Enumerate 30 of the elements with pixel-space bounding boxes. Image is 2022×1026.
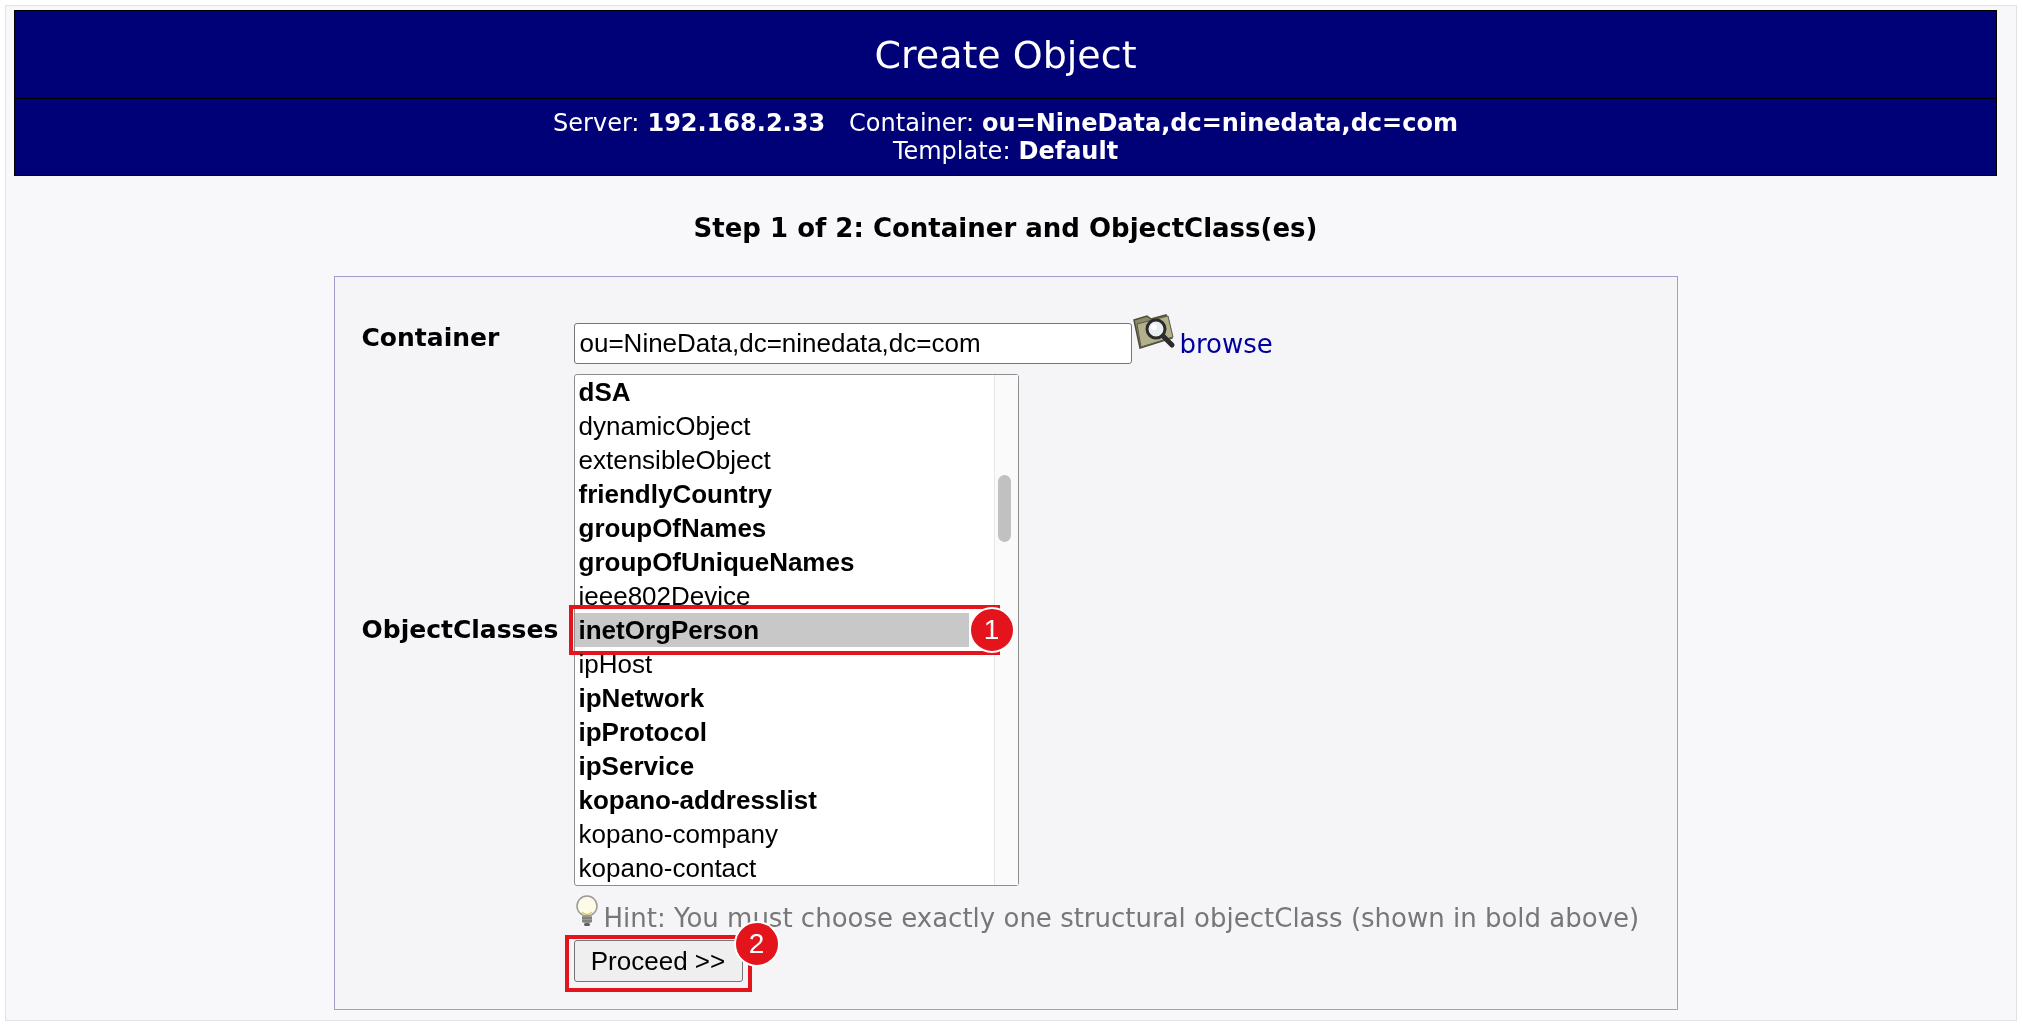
info-label: Template: xyxy=(892,137,1011,165)
objectclass-option[interactable]: kopano-contact xyxy=(574,855,994,881)
objectclass-option[interactable]: dSA xyxy=(574,379,994,405)
page-title: Create Object xyxy=(874,31,1137,78)
objectclass-option[interactable]: kopano-company xyxy=(574,821,994,847)
objectclass-option[interactable]: ieee802Device xyxy=(574,583,994,609)
scrollbar-thumb[interactable] xyxy=(997,475,1011,542)
objectclass-option[interactable]: dynamicObject xyxy=(574,413,994,439)
proceed-button[interactable]: Proceed >> xyxy=(573,940,743,982)
objectclass-option[interactable]: kopano-addresslist xyxy=(574,787,994,813)
lightbulb-icon xyxy=(573,895,600,927)
container-input[interactable]: ou=NineData,dc=ninedata,dc=com xyxy=(573,323,1132,364)
objectclass-option[interactable]: ipHost xyxy=(574,651,994,677)
objectclass-option[interactable]: ipService xyxy=(574,753,994,779)
info-value: ou=NineData,dc=ninedata,dc=com xyxy=(982,109,1458,137)
objectclass-option[interactable]: groupOfUniqueNames xyxy=(574,549,994,575)
field-label: Container xyxy=(361,323,500,353)
objectclass-option[interactable]: friendlyCountry xyxy=(574,481,994,507)
browse-link[interactable]: browse xyxy=(1179,328,1273,359)
info-value: Default xyxy=(1018,137,1119,165)
step-heading: Step 1 of 2: Container and ObjectClass(es) xyxy=(693,213,1318,243)
info-value: 192.168.2.33 xyxy=(647,109,826,137)
objectclass-option[interactable]: groupOfNames xyxy=(574,515,994,541)
info-label: Server: xyxy=(553,109,640,137)
objectclass-option[interactable]: ipNetwork xyxy=(574,685,994,711)
objectclass-option[interactable]: extensibleObject xyxy=(574,447,994,473)
objectclass-option[interactable]: inetOrgPerson xyxy=(574,613,969,647)
info-label: Container: xyxy=(849,109,975,137)
field-label: ObjectClasses xyxy=(361,615,559,645)
objectclass-option[interactable]: ipProtocol xyxy=(574,719,994,745)
